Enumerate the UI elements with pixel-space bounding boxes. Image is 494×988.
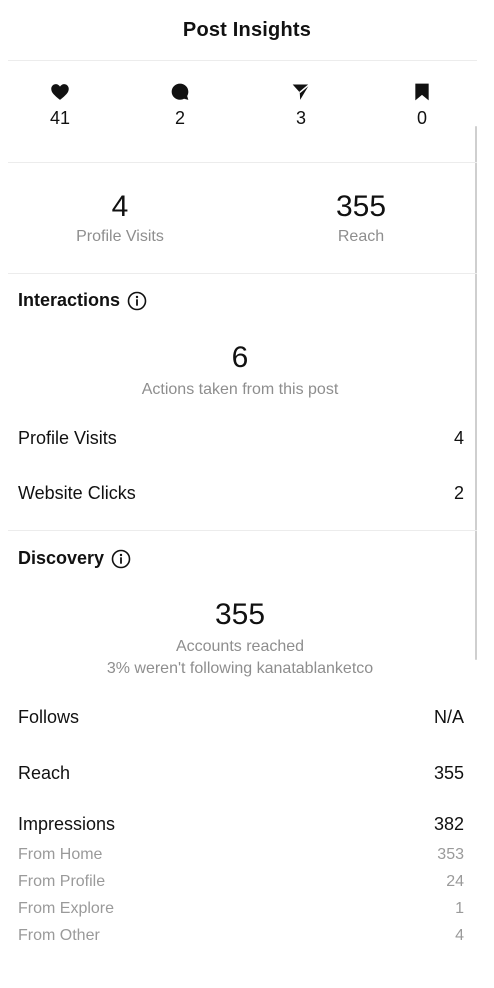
divider bbox=[8, 273, 477, 274]
discovery-heading: Discovery bbox=[18, 548, 131, 569]
divider bbox=[8, 530, 477, 531]
saves-count: 0 bbox=[416, 108, 427, 128]
heart-icon bbox=[51, 84, 69, 100]
row-value: 382 bbox=[433, 814, 464, 834]
send-icon bbox=[292, 83, 310, 100]
impressions-from-profile: From Profile 24 bbox=[18, 872, 464, 892]
divider bbox=[8, 162, 477, 163]
accounts-reached-count: 355 bbox=[214, 598, 266, 631]
not-following-note: 3% weren't following kanatablanketco bbox=[106, 660, 374, 677]
discovery-row-impressions: Impressions 382 bbox=[18, 813, 464, 835]
likes-count: 41 bbox=[49, 108, 71, 128]
divider bbox=[8, 60, 477, 61]
summary-stats: 4 Profile Visits 355 Reach bbox=[0, 190, 494, 250]
row-label: Profile Visits bbox=[18, 428, 117, 448]
sub-row-label: From Home bbox=[18, 846, 103, 863]
info-icon[interactable] bbox=[127, 291, 147, 311]
impressions-from-home: From Home 353 bbox=[18, 845, 464, 865]
row-value: 2 bbox=[453, 483, 464, 503]
reach-label: Reach bbox=[337, 228, 385, 245]
saves-stat: 0 bbox=[392, 82, 452, 128]
shares-stat: 3 bbox=[271, 82, 331, 128]
post-insights-screen: Post Insights 41 2 3 0 4 Profile Visits … bbox=[0, 0, 494, 988]
interactions-count-label: Actions taken from this post bbox=[141, 381, 339, 398]
reach-value: 355 bbox=[335, 190, 387, 223]
engagement-stats: 41 2 3 0 bbox=[0, 82, 494, 132]
info-icon[interactable] bbox=[111, 549, 131, 569]
row-value: 4 bbox=[453, 428, 464, 448]
impressions-from-other: From Other 4 bbox=[18, 926, 464, 946]
sub-row-value: 24 bbox=[446, 873, 464, 890]
interactions-heading: Interactions bbox=[18, 290, 147, 311]
discovery-title: Discovery bbox=[18, 548, 105, 568]
discovery-total: 355 Accounts reached 3% weren't followin… bbox=[0, 598, 480, 680]
row-label: Website Clicks bbox=[18, 483, 136, 503]
comments-stat: 2 bbox=[150, 82, 210, 128]
bookmark-icon bbox=[415, 83, 429, 101]
reach-summary: 355 Reach bbox=[261, 190, 461, 246]
comment-icon bbox=[171, 83, 189, 100]
discovery-row-reach: Reach 355 bbox=[18, 762, 464, 784]
sub-row-value: 4 bbox=[455, 927, 464, 944]
interactions-title: Interactions bbox=[18, 290, 121, 310]
sub-row-value: 1 bbox=[455, 900, 464, 917]
likes-stat: 41 bbox=[30, 82, 90, 128]
sub-row-label: From Other bbox=[18, 927, 100, 944]
row-value: 355 bbox=[433, 763, 464, 783]
impressions-from-explore: From Explore 1 bbox=[18, 899, 464, 919]
interaction-row-website-clicks: Website Clicks 2 bbox=[18, 482, 464, 504]
profile-visits-label: Profile Visits bbox=[76, 228, 164, 245]
sub-row-value: 353 bbox=[437, 846, 464, 863]
discovery-row-follows: Follows N/A bbox=[18, 706, 464, 728]
row-label: Impressions bbox=[18, 814, 116, 834]
interactions-count: 6 bbox=[231, 341, 249, 374]
interactions-total: 6 Actions taken from this post bbox=[0, 341, 480, 401]
page-title: Post Insights bbox=[182, 18, 312, 41]
sub-row-label: From Profile bbox=[18, 873, 106, 890]
row-label: Reach bbox=[18, 763, 71, 783]
accounts-reached-label: Accounts reached bbox=[175, 638, 305, 655]
sub-row-label: From Explore bbox=[18, 900, 115, 917]
comments-count: 2 bbox=[174, 108, 185, 128]
header: Post Insights bbox=[0, 0, 494, 60]
profile-visits-summary: 4 Profile Visits bbox=[20, 190, 220, 246]
row-value: N/A bbox=[433, 707, 464, 727]
row-label: Follows bbox=[18, 707, 80, 727]
shares-count: 3 bbox=[295, 108, 306, 128]
profile-visits-value: 4 bbox=[111, 190, 129, 223]
interaction-row-profile-visits: Profile Visits 4 bbox=[18, 427, 464, 449]
